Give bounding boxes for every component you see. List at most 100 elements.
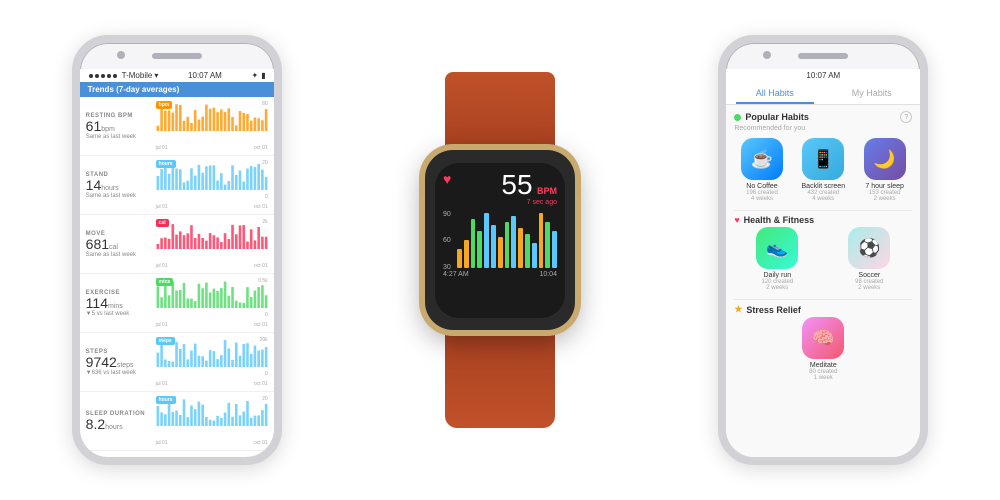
- chart-tag: mins: [156, 278, 174, 286]
- section-title-text: Stress Relief: [746, 305, 801, 315]
- watch-strap-bottom: [445, 328, 555, 428]
- habit-duration: 4 weeks: [812, 196, 834, 202]
- habit-item[interactable]: 👟 Daily run 120 created 2 weeks: [734, 227, 820, 291]
- watch-bar: [498, 237, 503, 268]
- chart-tag: hours: [156, 160, 176, 168]
- date-start: jul 01: [156, 322, 168, 328]
- watch-time-row: ♥ 55 BPM 7 sec ago: [443, 171, 557, 209]
- habit-icon: 📱: [802, 138, 844, 180]
- section-title-text: Health & Fitness: [744, 215, 815, 225]
- green-dot: [734, 114, 741, 121]
- star-section-icon: ★: [734, 304, 742, 315]
- metric-sub: Same as last week: [86, 193, 156, 199]
- watch-time-right: 10:04: [539, 271, 557, 278]
- watch-bar: [464, 240, 469, 268]
- watch-bar: [484, 213, 489, 268]
- tab-my-habits[interactable]: My Habits: [823, 82, 920, 104]
- habits-grid: 👟 Daily run 120 created 2 weeks ⚽ Soccer…: [734, 227, 912, 291]
- bluetooth-icon: ✦: [252, 71, 259, 80]
- metric-sub: ▼5 vs last week: [86, 311, 156, 317]
- habit-icon: ⚽: [848, 227, 890, 269]
- date-end: oct 01: [254, 381, 268, 387]
- metric-sub: ▼636 vs last week: [86, 370, 156, 376]
- time-right: 10:07 AM: [806, 71, 840, 80]
- section-title-text: Popular Habits: [745, 112, 809, 122]
- habit-icon: 🌙: [864, 138, 906, 180]
- section-header: ★ Stress Relief: [734, 304, 912, 315]
- watch-bar: [511, 216, 516, 268]
- status-bar-right: 10:07 AM: [726, 69, 920, 82]
- habit-icon: 🧠: [802, 317, 844, 359]
- left-phone-screen: T-Mobile ▾ 10:07 AM ✦ ▮ Trends (7-day av…: [80, 69, 274, 457]
- right-phone: 10:07 AM All Habits My Habits Popular Ha…: [718, 35, 928, 465]
- health-row: MOVE 681cal Same as last week caljul 01o…: [80, 215, 274, 274]
- heart-section-icon: ♥: [734, 215, 739, 225]
- habit-name: Meditate: [810, 362, 837, 369]
- left-phone: T-Mobile ▾ 10:07 AM ✦ ▮ Trends (7-day av…: [72, 35, 282, 465]
- date-start: jul 01: [156, 381, 168, 387]
- watch-screen: ♥ 55 BPM 7 sec ago 90 60 30 4:27 AM 10:0…: [435, 163, 565, 318]
- watch-container: ♥ 55 BPM 7 sec ago 90 60 30 4:27 AM 10:0…: [425, 72, 575, 428]
- habit-duration: 1 week: [814, 375, 833, 381]
- date-end: oct 01: [254, 145, 268, 151]
- date-end: oct 01: [254, 204, 268, 210]
- section-header: Popular Habits ?: [734, 111, 912, 123]
- bpm-value: 55: [501, 169, 532, 200]
- watch-chart: [457, 211, 557, 268]
- health-row: STAND 14hours Same as last week hoursjul…: [80, 156, 274, 215]
- habit-duration: 4 weeks: [751, 196, 773, 202]
- habit-item[interactable]: ☕ No Coffee 196 created 4 weeks: [734, 138, 789, 202]
- tab-all-habits[interactable]: All Habits: [726, 82, 823, 104]
- watch-strap-top: [445, 72, 555, 152]
- section-subtitle: Recommended for you: [734, 125, 912, 132]
- habit-item[interactable]: 🌙 7 hour sleep 153 created 2 weeks: [857, 138, 912, 202]
- health-row: RESTING BPM 61bpm Same as last week bpmj…: [80, 97, 274, 156]
- watch-body: ♥ 55 BPM 7 sec ago 90 60 30 4:27 AM 10:0…: [425, 150, 575, 330]
- chart-tag: bpm: [156, 101, 173, 109]
- watch-bar: [518, 228, 523, 268]
- wifi-icon: ▾: [154, 71, 158, 80]
- metric-sub: Same as last week: [86, 252, 156, 258]
- metric-value: 8.2hours: [86, 417, 156, 431]
- habit-duration: 2 weeks: [874, 196, 896, 202]
- habit-item[interactable]: ⚽ Soccer 98 created 2 weeks: [826, 227, 912, 291]
- habit-item[interactable]: 📱 Backlit screen 432 created 4 weeks: [796, 138, 851, 202]
- watch-bar: [471, 219, 476, 268]
- carrier-label: T-Mobile: [122, 71, 153, 80]
- watch-bottom: 4:27 AM 10:04: [443, 271, 557, 278]
- habit-name: Backlit screen: [802, 183, 846, 190]
- habit-name: Soccer: [858, 272, 880, 279]
- habits-grid: ☕ No Coffee 196 created 4 weeks 📱 Backli…: [734, 138, 912, 202]
- habits-grid: 🧠 Meditate 80 created 1 week: [734, 317, 912, 381]
- metric-value: 61bpm: [86, 119, 156, 133]
- health-row: SLEEP DURATION 8.2hours hoursjul 01oct 0…: [80, 392, 274, 451]
- habit-duration: 2 weeks: [858, 285, 880, 291]
- habit-name: 7 hour sleep: [865, 183, 904, 190]
- bpm-ago: 7 sec ago: [501, 199, 557, 206]
- metric-value: 114mins: [86, 296, 156, 310]
- watch-bar: [505, 222, 510, 268]
- section-title: ★ Stress Relief: [734, 304, 801, 315]
- habits-content: Popular Habits ? Recommended for you ☕ N…: [726, 105, 920, 457]
- section-divider: [734, 210, 912, 211]
- health-header: Trends (7-day averages): [80, 82, 274, 97]
- watch-bar: [491, 225, 496, 268]
- battery-icon: ▮: [261, 71, 265, 80]
- health-metrics: RESTING BPM 61bpm Same as last week bpmj…: [80, 97, 274, 457]
- status-bar-left: T-Mobile ▾ 10:07 AM ✦ ▮: [80, 69, 274, 82]
- health-row: STEPS 9742steps ▼636 vs last week stepsj…: [80, 333, 274, 392]
- date-start: jul 01: [156, 440, 168, 446]
- section-title: Popular Habits: [734, 112, 809, 122]
- right-phone-screen: 10:07 AM All Habits My Habits Popular Ha…: [726, 69, 920, 457]
- watch-time-left: 4:27 AM: [443, 271, 469, 278]
- habit-item[interactable]: 🧠 Meditate 80 created 1 week: [734, 317, 912, 381]
- chart-tag: hours: [156, 396, 176, 404]
- metric-value: 9742steps: [86, 355, 156, 369]
- time-left: 10:07 AM: [188, 71, 222, 80]
- metric-value: 681cal: [86, 237, 156, 251]
- metric-value: 14hours: [86, 178, 156, 192]
- question-icon[interactable]: ?: [900, 111, 912, 123]
- chart-tag: cal: [156, 219, 169, 227]
- watch-bar: [477, 231, 482, 268]
- date-end: oct 01: [254, 440, 268, 446]
